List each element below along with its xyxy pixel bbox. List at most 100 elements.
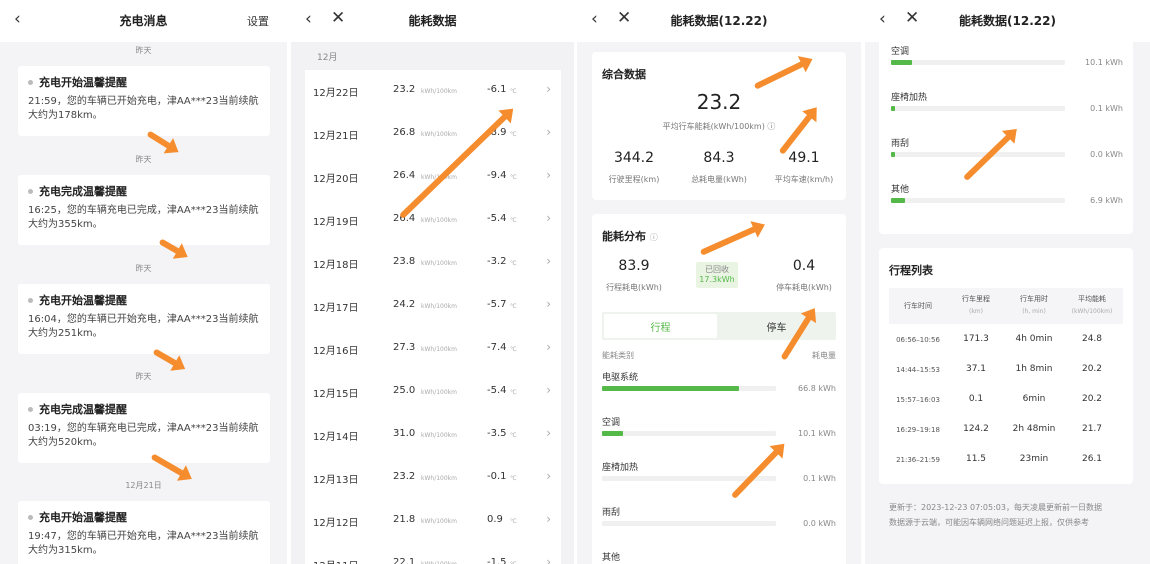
daily-row[interactable]: 12月13日 23.2 kWh/100km -0.1 ℃ › bbox=[305, 457, 561, 500]
row-temp-unit: ℃ bbox=[510, 518, 517, 525]
daily-row[interactable]: 12月21日 26.8 kWh/100km -8.9 ℃ › bbox=[305, 113, 561, 156]
category-value: 0.0 kWh bbox=[803, 519, 836, 528]
chevron-right-icon[interactable]: › bbox=[546, 340, 551, 354]
bullet-icon bbox=[28, 406, 33, 412]
row-temp: -3.2 bbox=[487, 256, 507, 267]
table-cell: 20.2 bbox=[1081, 364, 1103, 374]
daily-row[interactable]: 12月11日22.1kWh/100km-1.5℃› bbox=[305, 543, 561, 564]
category-bar-track bbox=[891, 60, 1065, 65]
row-energy: 26.4 bbox=[393, 170, 416, 181]
daily-row[interactable]: 12月17日 24.2 kWh/100km -5.7 ℃ › bbox=[305, 285, 561, 328]
row-temp: -6.1 bbox=[487, 84, 507, 95]
avg-speed-label: 平均车速(km/h) bbox=[774, 175, 834, 184]
row-date: 12月18日 bbox=[313, 260, 359, 271]
row-energy: 21.8 bbox=[393, 514, 416, 525]
category-value: 0.1 kWh bbox=[803, 474, 836, 483]
consumption-value: 84.3 bbox=[703, 150, 735, 166]
daily-row[interactable]: 12月16日 27.3 kWh/100km -7.4 ℃ › bbox=[305, 328, 561, 371]
info-icon[interactable]: ⓘ bbox=[650, 233, 658, 242]
bullet-icon bbox=[28, 188, 33, 194]
nav-bar: ‹ ✕ 能耗数据 bbox=[291, 0, 574, 42]
category-bar-track bbox=[602, 521, 776, 526]
daily-row[interactable]: 12月22日 23.2 kWh/100km -6.1 ℃ › bbox=[305, 70, 561, 113]
message-title: 充电完成温馨提醒 bbox=[39, 403, 127, 416]
row-energy-unit: kWh/100km bbox=[421, 518, 458, 525]
message-card[interactable]: 充电完成温馨提醒 16:25，您的车辆充电已完成，津AA***23当前续航大约为… bbox=[18, 175, 270, 245]
row-temp: -5.4 bbox=[487, 213, 507, 224]
row-energy: 22.1 bbox=[393, 557, 416, 564]
row-energy-unit: kWh/100km bbox=[421, 131, 458, 138]
month-label: 12月 bbox=[317, 53, 338, 63]
table-cell: 23min bbox=[1019, 454, 1049, 464]
charging-messages-screen: ‹ 充电消息 设置 昨天 充电开始温馨提醒 21:59，您的车辆已开始充电，津A… bbox=[0, 0, 287, 564]
tab-trip[interactable]: 行程 bbox=[604, 314, 717, 338]
chevron-right-icon[interactable]: › bbox=[546, 168, 551, 182]
message-title: 充电开始温馨提醒 bbox=[39, 511, 127, 524]
category-value: 0.1 kWh bbox=[1090, 104, 1123, 113]
chevron-right-icon[interactable]: › bbox=[546, 297, 551, 311]
row-energy-unit: kWh/100km bbox=[421, 88, 458, 95]
chevron-right-icon[interactable]: › bbox=[546, 125, 551, 139]
trip-consumption-value: 83.9 bbox=[618, 258, 650, 274]
category-bar-track bbox=[891, 152, 1065, 157]
message-body: 16:04，您的车辆已开始充电，津AA***23当前续航大约为251km。 bbox=[28, 314, 259, 339]
row-energy-unit: kWh/100km bbox=[421, 217, 458, 224]
chevron-right-icon[interactable]: › bbox=[546, 555, 551, 564]
chevron-right-icon[interactable]: › bbox=[546, 254, 551, 268]
category-name: 空调 bbox=[602, 418, 621, 428]
message-card[interactable]: 充电完成温馨提醒 03:19，您的车辆充电已完成，津AA***23当前续航大约为… bbox=[18, 393, 270, 463]
update-note: 更新于：2023-12-23 07:05:03，每天凌晨更新前一日数据 bbox=[889, 503, 1102, 512]
row-energy: 26.8 bbox=[393, 127, 416, 138]
table-header-unit: (h, min) bbox=[1022, 308, 1046, 315]
row-date: 12月11日 bbox=[313, 557, 358, 564]
chevron-right-icon[interactable]: › bbox=[546, 512, 551, 526]
message-card[interactable]: 充电开始温馨提醒 16:04，您的车辆已开始充电，津AA***23当前续航大约为… bbox=[18, 284, 270, 354]
recovered-label: 已回收 bbox=[705, 265, 729, 274]
daily-row[interactable]: 12月15日 25.0 kWh/100km -5.4 ℃ › bbox=[305, 371, 561, 414]
daily-row[interactable]: 12月18日 23.8 kWh/100km -3.2 ℃ › bbox=[305, 242, 561, 285]
recovered-badge: 已回收 17.3kWh bbox=[696, 262, 738, 288]
table-cell: 15:57–16:03 bbox=[896, 396, 940, 404]
row-temp-unit: ℃ bbox=[510, 217, 517, 224]
nav-bar: ‹ 充电消息 设置 bbox=[0, 0, 287, 42]
row-energy-unit: kWh/100km bbox=[421, 303, 458, 310]
source-note: 数据源于云端，可能因车辆网络问题延迟上报，仅供参考 bbox=[889, 518, 1089, 527]
chevron-right-icon[interactable]: › bbox=[546, 82, 551, 96]
message-card[interactable]: 充电开始温馨提醒 21:59，您的车辆已开始充电，津AA***23当前续航大约为… bbox=[18, 66, 270, 136]
category-header: 能耗类别 bbox=[602, 351, 634, 360]
avg-speed-value: 49.1 bbox=[788, 150, 820, 166]
daily-row[interactable]: 12月20日26.4kWh/100km-9.4℃› bbox=[305, 156, 561, 199]
settings-button[interactable]: 设置 bbox=[247, 13, 269, 29]
chevron-right-icon[interactable]: › bbox=[546, 383, 551, 397]
message-body: 19:47，您的车辆已开始充电，津AA***23当前续航大约为315km。 bbox=[28, 531, 259, 556]
chevron-right-icon[interactable]: › bbox=[546, 426, 551, 440]
trips-card: 行程列表 行车时间 行车里程 (km) 行车用时 (h, min) 平均能耗 (kWh/10… bbox=[879, 248, 1133, 484]
row-temp-unit: ℃ bbox=[510, 88, 517, 95]
row-date: 12月21日 bbox=[313, 131, 359, 142]
message-card[interactable]: 充电开始温馨提醒 19:47，您的车辆已开始充电，津AA***23当前续航大约为… bbox=[18, 501, 270, 564]
category-name: 其他 bbox=[602, 553, 621, 563]
table-header-unit: (kWh/100km) bbox=[1071, 308, 1113, 315]
summary-card: 综合数据 23.2 平均行车能耗(kWh/100km) ⓘ 344.2 行驶里程… bbox=[592, 52, 846, 200]
row-temp: -1.5 bbox=[487, 557, 507, 564]
table-header: 行车用时 bbox=[1020, 295, 1048, 303]
daily-row[interactable]: 12月14日 31.0 kWh/100km -3.5 ℃ › bbox=[305, 414, 561, 457]
row-temp: -5.7 bbox=[487, 299, 507, 310]
chevron-right-icon[interactable]: › bbox=[546, 469, 551, 483]
table-cell: 06:56–10:56 bbox=[896, 336, 940, 344]
page-title: 充电消息 bbox=[119, 14, 168, 28]
message-date: 12月21日 bbox=[125, 481, 162, 490]
category-name: 雨刮 bbox=[602, 508, 621, 518]
row-energy-unit: kWh/100km bbox=[421, 475, 458, 482]
daily-row[interactable]: 12月19日 26.4 kWh/100km -5.4 ℃ › bbox=[305, 199, 561, 242]
parking-consumption-label: 停车耗电(kWh) bbox=[776, 283, 832, 292]
page-title: 能耗数据(12.22) bbox=[670, 14, 768, 28]
chevron-right-icon[interactable]: › bbox=[546, 211, 551, 225]
table-cell: 0.1 bbox=[968, 394, 984, 404]
row-date: 12月22日 bbox=[313, 88, 359, 99]
row-energy: 25.0 bbox=[393, 385, 416, 396]
category-name: 雨刮 bbox=[891, 139, 910, 149]
daily-row[interactable]: 12月12日 21.8 kWh/100km 0.9 ℃ › bbox=[305, 500, 561, 543]
amount-header: 耗电量 bbox=[812, 351, 836, 360]
info-icon[interactable]: ⓘ bbox=[767, 122, 775, 131]
